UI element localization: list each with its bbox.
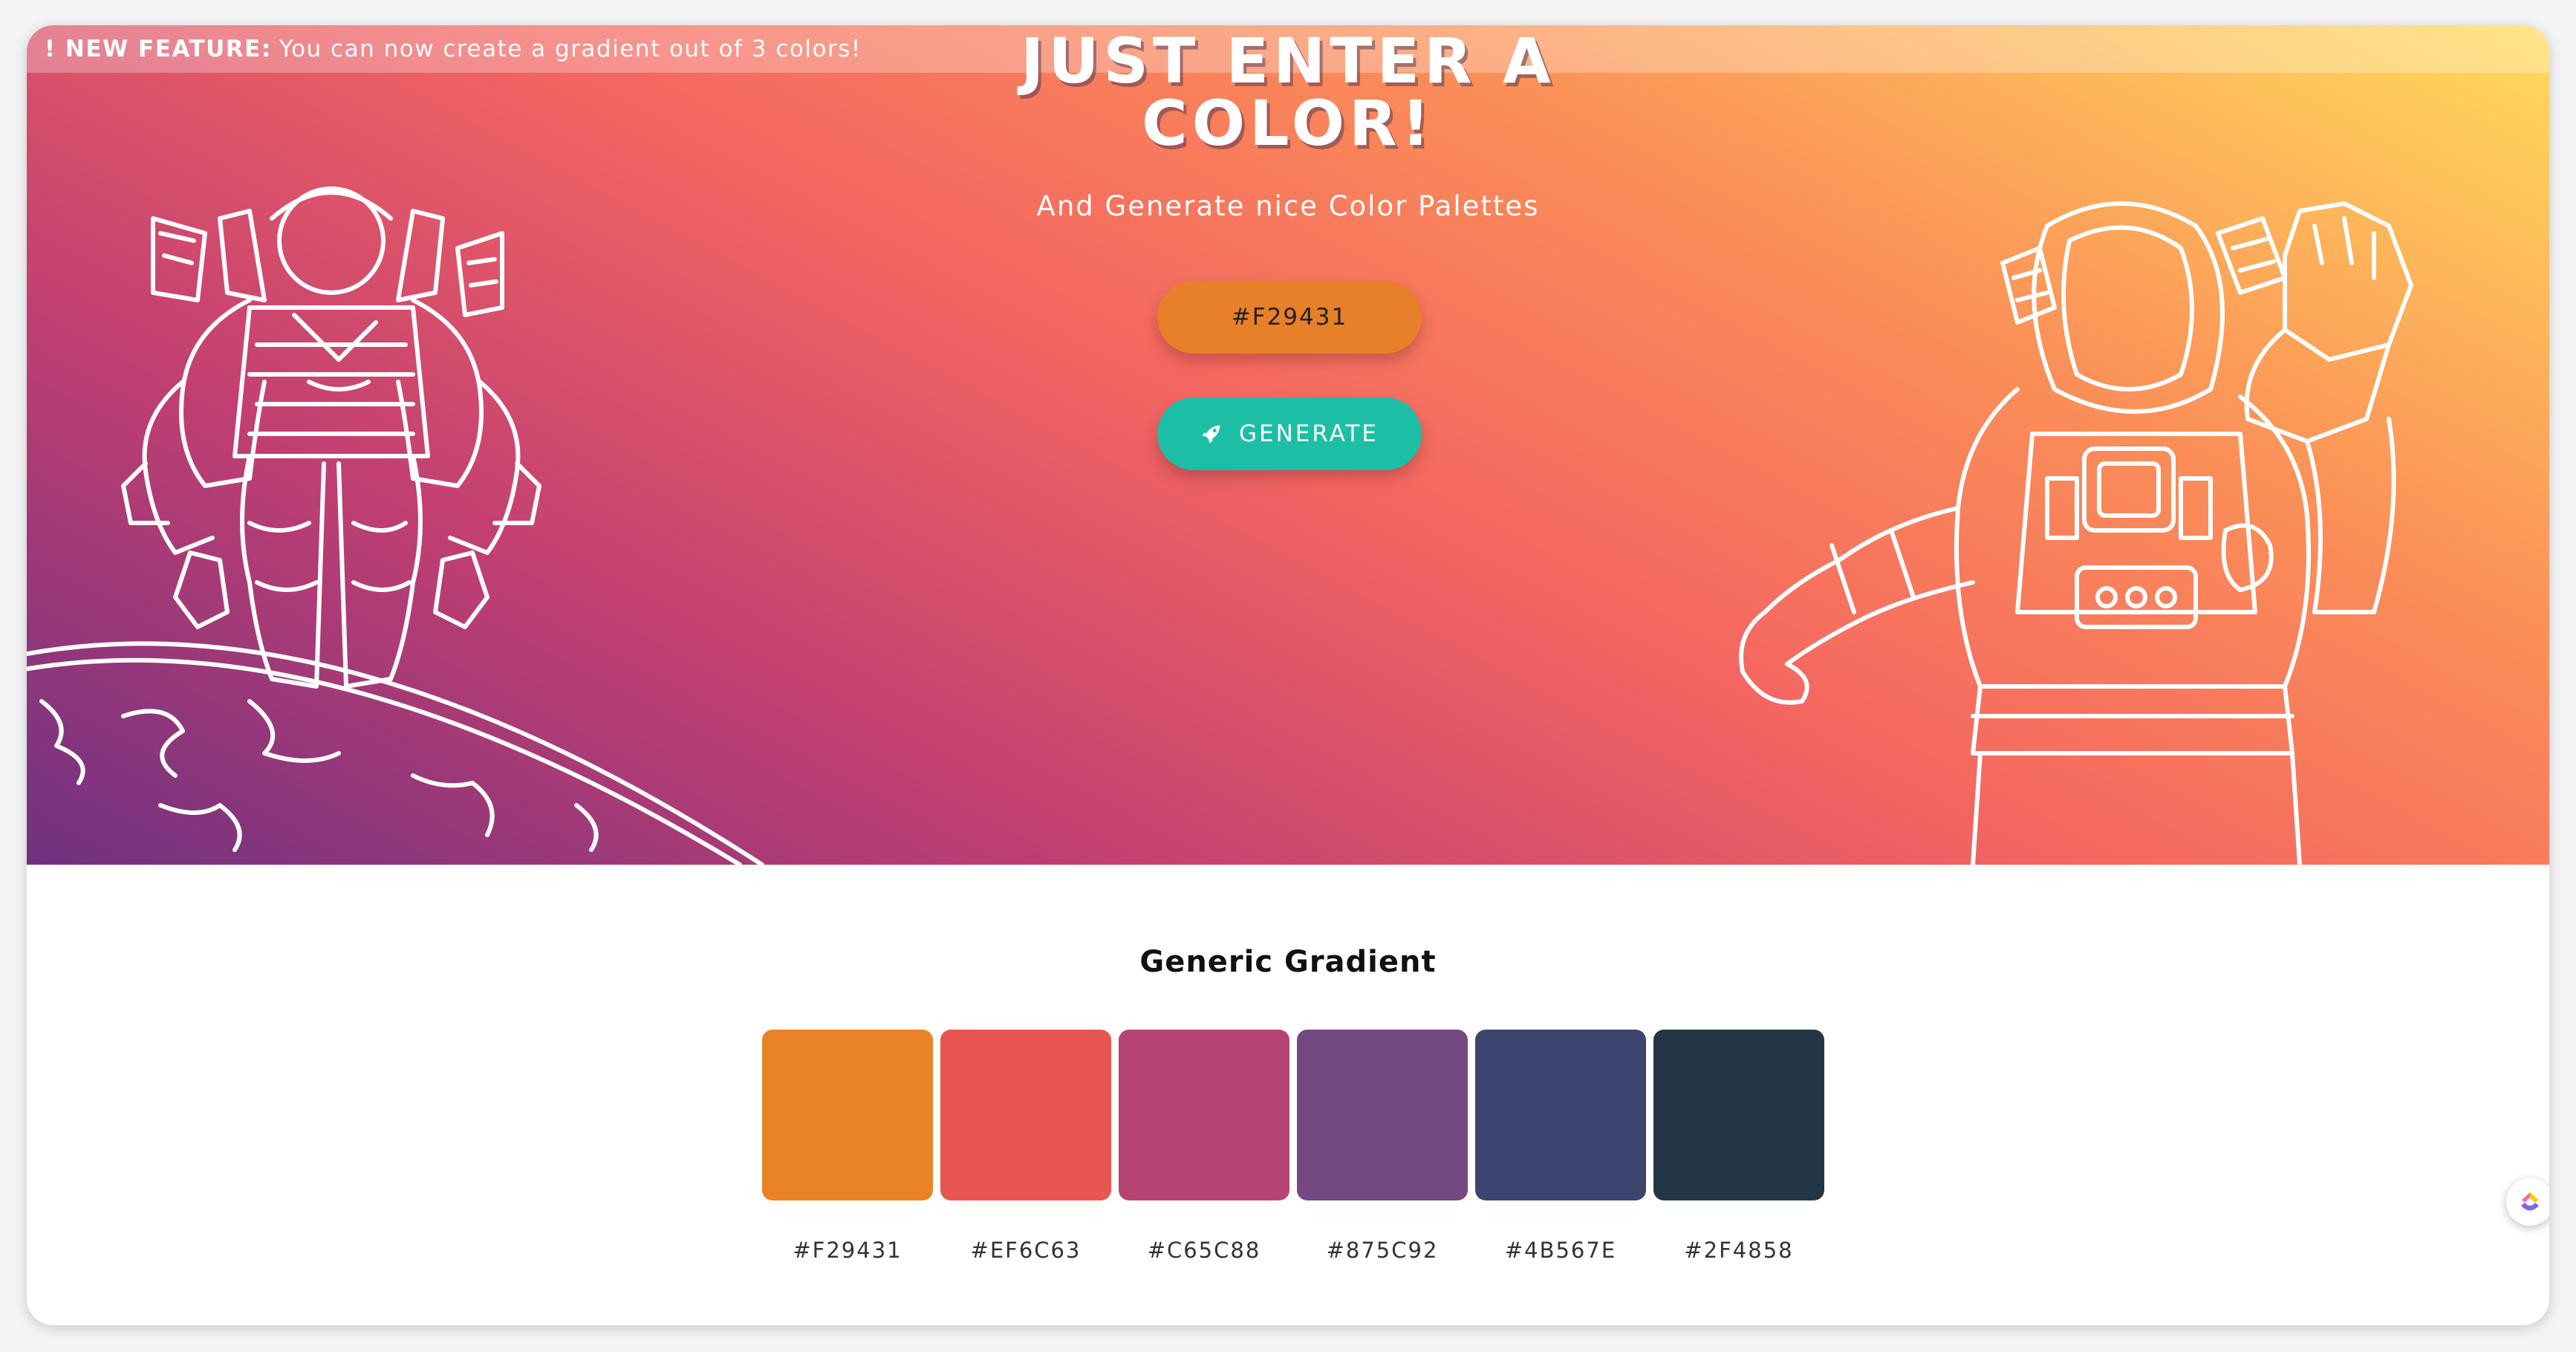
- swatch-hex-label[interactable]: #2F4858: [1684, 1238, 1793, 1263]
- swatch-hex-label[interactable]: #4B567E: [1505, 1238, 1616, 1263]
- swatch-item: #875C92: [1297, 1030, 1468, 1263]
- hero-title: JUST ENTER A COLOR!: [1021, 25, 1555, 160]
- swatch-item: #4B567E: [1475, 1030, 1646, 1263]
- swatch-hex-label[interactable]: #875C92: [1327, 1238, 1439, 1263]
- palette-swatches: #F29431 #EF6C63 #C65C88 #875C92 #4B567E …: [762, 1030, 1824, 1263]
- color-swatch[interactable]: [1475, 1030, 1646, 1200]
- swatch-item: #2F4858: [1653, 1030, 1824, 1263]
- generate-button[interactable]: GENERATE: [1157, 397, 1422, 470]
- color-swatch[interactable]: [762, 1030, 933, 1200]
- feature-banner-text: You can now create a gradient out of 3 c…: [279, 36, 862, 62]
- rocket-icon: [1202, 425, 1220, 443]
- generate-button-label: GENERATE: [1239, 420, 1379, 447]
- clickup-logo-icon: [2521, 1192, 2539, 1211]
- browser-viewport: ! NEW FEATURE: You can now create a grad…: [27, 25, 2549, 1325]
- hero-section: ! NEW FEATURE: You can now create a grad…: [27, 25, 2549, 865]
- swatch-item: #EF6C63: [940, 1030, 1111, 1263]
- palette-section: Generic Gradient #F29431 #EF6C63 #C65C88…: [27, 865, 2549, 1325]
- color-swatch[interactable]: [1297, 1030, 1468, 1200]
- astronaut-on-planet-illustration: [27, 186, 764, 865]
- color-swatch[interactable]: [1653, 1030, 1824, 1200]
- palette-title: Generic Gradient: [1139, 945, 1437, 979]
- clickup-widget-button[interactable]: [2506, 1178, 2549, 1226]
- feature-banner-tag: ! NEW FEATURE:: [45, 36, 272, 62]
- swatch-hex-label[interactable]: #C65C88: [1148, 1238, 1261, 1263]
- hero-subtitle: And Generate nice Color Palettes: [1036, 190, 1540, 222]
- color-input[interactable]: [1157, 281, 1422, 354]
- swatch-item: #C65C88: [1119, 1030, 1289, 1263]
- swatch-hex-label[interactable]: #F29431: [793, 1238, 902, 1263]
- swatch-item: #F29431: [762, 1030, 933, 1263]
- astronaut-waving-illustration: [1739, 201, 2413, 865]
- color-swatch[interactable]: [940, 1030, 1111, 1200]
- swatch-hex-label[interactable]: #EF6C63: [971, 1238, 1082, 1263]
- color-swatch[interactable]: [1119, 1030, 1289, 1200]
